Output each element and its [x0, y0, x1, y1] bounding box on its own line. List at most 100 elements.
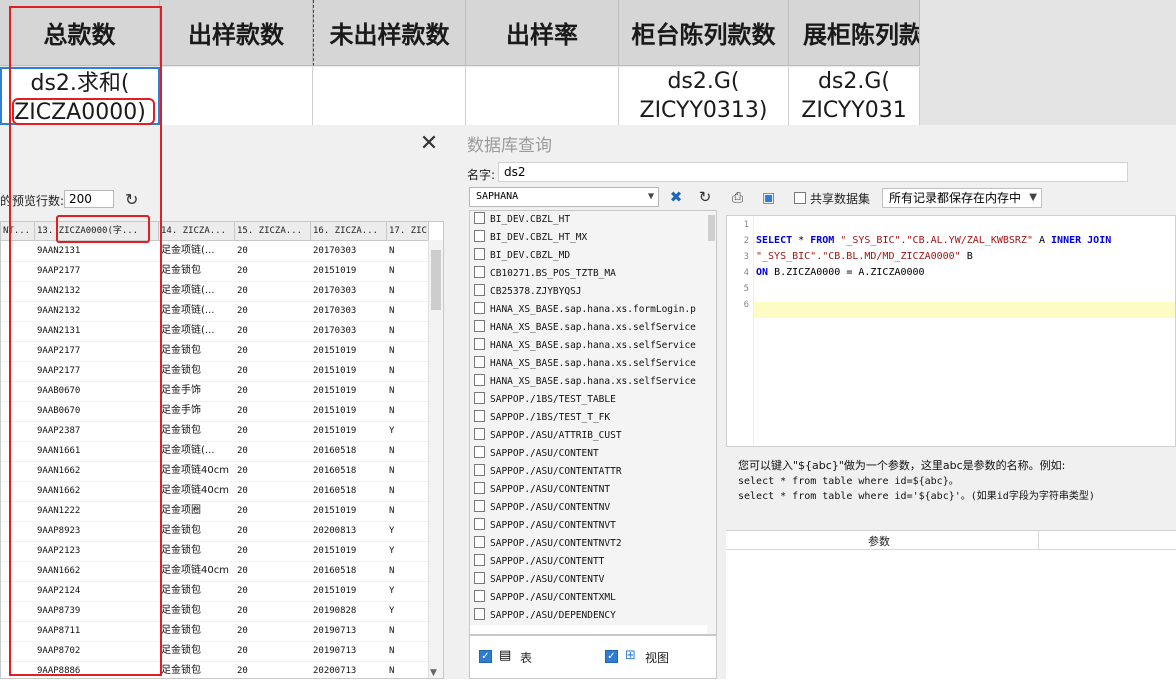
- scroll-down-icon[interactable]: ▼: [430, 668, 437, 678]
- table-cell: 20151019: [313, 406, 357, 416]
- table-row[interactable]: 9AAB0670 足金手饰 20 20151019 N: [1, 401, 429, 422]
- table-cell: N: [389, 506, 395, 516]
- column-header[interactable]: NT...: [1, 222, 35, 240]
- cell-unsampled[interactable]: [313, 67, 466, 125]
- table-row[interactable]: 9AAB0670 足金手饰 20 20151019 N: [1, 381, 429, 402]
- table-cell: 20200713: [313, 666, 357, 676]
- table-row[interactable]: 9AAP2177 足金锁包 20 20151019 N: [1, 341, 429, 362]
- table-list-item[interactable]: SAPPOP./ASU/ATTRIB_CUST: [470, 427, 710, 445]
- cell-showcase-formula-line1: ds2.G(: [817, 69, 891, 94]
- cell-total-formula[interactable]: ds2.求和( ZICZA0000): [0, 67, 160, 125]
- table-row[interactable]: 9AAN2132 足金项链(... 20 20170303 N: [1, 301, 429, 322]
- name-input[interactable]: ds2: [498, 162, 1128, 182]
- table-row[interactable]: 9AAP8711 足金锁包 20 20190713 N: [1, 621, 429, 642]
- table-row[interactable]: 9AAN1662 足金项链40cm 20 20160518 N: [1, 461, 429, 482]
- table-list-item[interactable]: CB25378.ZJYBYQSJ: [470, 283, 710, 301]
- table-list-item[interactable]: HANA_XS_BASE.sap.hana.xs.selfService: [470, 319, 710, 337]
- column-header[interactable]: 16. ZICZA...: [311, 222, 387, 240]
- table-row[interactable]: 9AAP8923 足金锁包 20 20200813 Y: [1, 521, 429, 542]
- table-row[interactable]: 9AAP8702 足金锁包 20 20190713 N: [1, 641, 429, 662]
- close-icon[interactable]: ✕: [418, 133, 440, 155]
- table-cell: 20190828: [313, 606, 357, 616]
- save-icon[interactable]: ▣: [762, 190, 775, 206]
- table-row[interactable]: 9AAP2177 足金锁包 20 20151019 N: [1, 261, 429, 282]
- header-showcase-display[interactable]: 展柜陈列款: [789, 0, 920, 66]
- cell-rate[interactable]: [466, 67, 619, 125]
- preview-rows-input[interactable]: 200: [64, 190, 114, 208]
- table-row[interactable]: 9AAP2177 足金锁包 20 20151019 N: [1, 361, 429, 382]
- table-cell: 20: [237, 466, 248, 476]
- table-list-item[interactable]: HANA_XS_BASE.sap.hana.xs.selfService: [470, 337, 710, 355]
- table-list-item[interactable]: SAPPOP./ASU/CONTENTATTR: [470, 463, 710, 481]
- header-sample-rate[interactable]: 出样率: [466, 0, 619, 66]
- refresh-icon[interactable]: ↻: [125, 190, 138, 209]
- table-list-item[interactable]: SAPPOP./ASU/CONTENTV: [470, 571, 710, 589]
- memory-mode-select[interactable]: 所有记录都保存在内存中 ▼: [882, 188, 1042, 208]
- scrollbar-thumb[interactable]: [431, 250, 441, 310]
- share-dataset-label: 共享数据集: [810, 192, 871, 206]
- cell-sampled[interactable]: [160, 67, 313, 125]
- table-list-item[interactable]: HANA_XS_BASE.sap.hana.xs.selfService: [470, 355, 710, 373]
- table-cell: 9AAP8739: [37, 606, 81, 616]
- refresh-icon[interactable]: ↻: [694, 187, 716, 207]
- share-dataset-checkbox[interactable]: [794, 192, 806, 204]
- table-list-item[interactable]: BI_DEV.CBZL_HT_MX: [470, 229, 710, 247]
- table-row[interactable]: 9AAP2387 足金锁包 20 20151019 Y: [1, 421, 429, 442]
- table-row[interactable]: 9AAN2132 足金项链(... 20 20170303 N: [1, 281, 429, 302]
- table-row[interactable]: 9AAN1662 足金项链40cm 20 20160518 N: [1, 481, 429, 502]
- table-icon: [474, 536, 485, 548]
- table-cell: 9AAP2123: [37, 546, 81, 556]
- table-list-item[interactable]: BI_DEV.CBZL_HT: [470, 211, 710, 229]
- table-row[interactable]: 9AAP8886 足金锁包 20 20200713 N: [1, 661, 429, 678]
- table-row[interactable]: 9AAP2123 足金锁包 20 20151019 Y: [1, 541, 429, 562]
- table-list-item[interactable]: SAPPOP./ASU/CONTENTT: [470, 553, 710, 571]
- cell-showcase-formula-line2: ZICYY031: [801, 98, 907, 123]
- preview-icon[interactable]: ⎙: [732, 190, 743, 206]
- table-filter-checkbox[interactable]: ✓: [479, 650, 492, 663]
- column-header[interactable]: 17. ZIC: [387, 222, 429, 240]
- tools-icon[interactable]: ✖: [665, 187, 687, 207]
- column-header-zicza0000[interactable]: 13. ZICZA0000(字...: [35, 222, 159, 240]
- table-row[interactable]: 9AAP8739 足金锁包 20 20190828 Y: [1, 601, 429, 622]
- table-list-item[interactable]: SAPPOP./1BS/TEST_TABLE: [470, 391, 710, 409]
- cell-showcase-formula[interactable]: ds2.G( ZICYY031: [789, 67, 920, 125]
- table-row[interactable]: 9AAN2131 足金项链(... 20 20170303 N: [1, 241, 429, 262]
- table-row[interactable]: 9AAN1661 足金项链(... 20 20160518 N: [1, 441, 429, 462]
- header-unsampled-styles[interactable]: 未出样款数: [313, 0, 466, 66]
- table-list-item[interactable]: SAPPOP./ASU/DEPENDENCY: [470, 607, 710, 625]
- column-header[interactable]: 14. ZICZA...: [159, 222, 235, 240]
- table-list-item[interactable]: SAPPOP./ASU/CONTENTXML: [470, 589, 710, 607]
- column-header[interactable]: 15. ZICZA...: [235, 222, 311, 240]
- parameter-column-header[interactable]: 参数: [868, 533, 890, 549]
- table-cell: 足金锁包: [161, 625, 201, 636]
- table-list-item[interactable]: SAPPOP./ASU/CONTENTNVT: [470, 517, 710, 535]
- table-list-item[interactable]: SAPPOP./ASU/CONTENTNT: [470, 481, 710, 499]
- table-row[interactable]: 9AAN2131 足金项链(... 20 20170303 N: [1, 321, 429, 342]
- table-list-item[interactable]: SAPPOP./ASU/CONTENTNV: [470, 499, 710, 517]
- table-list-item[interactable]: SAPPOP./1BS/TEST_T_FK: [470, 409, 710, 427]
- table-list-item[interactable]: HANA_XS_BASE.sap.hana.xs.formLogin.p: [470, 301, 710, 319]
- database-select[interactable]: SAPHANA ▼: [469, 187, 659, 207]
- table-list-item[interactable]: CB10271.BS_POS_TZTB_MA: [470, 265, 710, 283]
- cell-counter-formula[interactable]: ds2.G( ZICYY0313): [619, 67, 789, 125]
- table-list-item[interactable]: BI_DEV.CBZL_MD: [470, 247, 710, 265]
- sql-editor[interactable]: 1 2 3 4 5 6 SELECT * FROM "_SYS_BIC"."CB…: [726, 215, 1176, 447]
- scrollbar-thumb[interactable]: [708, 215, 715, 241]
- header-counter-display[interactable]: 柜台陈列款数: [619, 0, 789, 66]
- view-filter-checkbox[interactable]: ✓: [605, 650, 618, 663]
- table-cell: 9AAN2131: [37, 326, 81, 336]
- table-list-item[interactable]: HANA_XS_BASE.sap.hana.xs.selfService: [470, 373, 710, 391]
- table-cell: 足金锁包: [161, 365, 201, 376]
- table-cell: Y: [389, 526, 395, 536]
- table-row[interactable]: 9AAN1662 足金项链40cm 20 20160518 N: [1, 561, 429, 582]
- table-row[interactable]: 9AAN1222 足金项圈 20 20151019 N: [1, 501, 429, 522]
- table-list-item[interactable]: SAPPOP./ASU/CONTENT: [470, 445, 710, 463]
- table-icon: [474, 446, 485, 458]
- header-sampled-styles[interactable]: 出样款数: [160, 0, 313, 66]
- vertical-scrollbar[interactable]: ▼: [428, 240, 443, 678]
- table-row[interactable]: 9AAP2124 足金锁包 20 20151019 Y: [1, 581, 429, 602]
- table-cell: 20: [237, 666, 248, 676]
- table-list-item[interactable]: SAPPOP./ASU/CONTENTNVT2: [470, 535, 710, 553]
- vertical-scrollbar[interactable]: [707, 211, 716, 634]
- header-total-styles[interactable]: 总款数: [0, 0, 160, 66]
